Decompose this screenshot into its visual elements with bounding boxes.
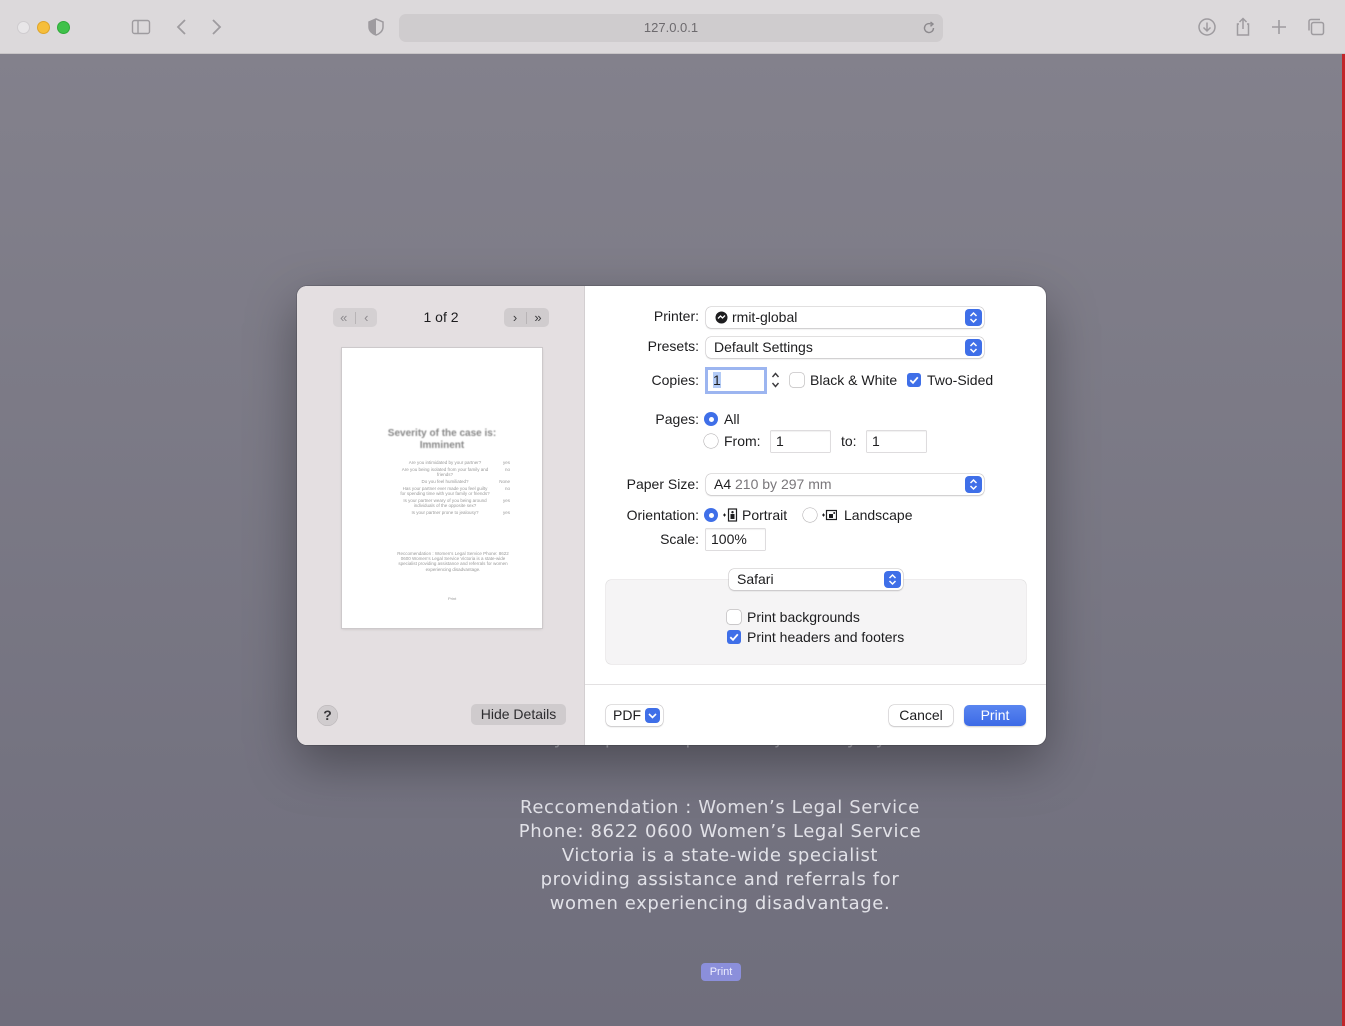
printer-status-icon <box>715 311 728 324</box>
share-icon[interactable] <box>1231 15 1255 39</box>
thumb-question-row: Is your partner weary of you being aroun… <box>403 498 510 508</box>
orientation-label: Orientation: <box>626 507 699 523</box>
privacy-shield-icon[interactable] <box>364 15 388 39</box>
prev-page-nav: « ‹ <box>333 308 377 327</box>
page-print-button[interactable]: Print <box>701 963 741 981</box>
browser-toolbar: 127.0.0.1 <box>0 0 1345 54</box>
printer-select[interactable]: rmit-global <box>706 307 984 328</box>
paper-size-label: Paper Size: <box>626 476 699 492</box>
thumb-question-row: Is your partner prone to jealousy? yes <box>411 510 510 515</box>
pages-label: Pages: <box>655 411 699 427</box>
chevron-updown-icon <box>965 309 982 326</box>
first-page-icon[interactable]: « <box>333 310 355 325</box>
page-indicator: 1 of 2 <box>423 309 459 325</box>
checkmark-icon <box>729 633 739 642</box>
recommendation-line: Reccomendation : Women’s Legal Service <box>520 797 920 818</box>
presets-label: Presets: <box>647 338 699 354</box>
pdf-label: PDF <box>613 707 641 723</box>
print-button[interactable]: Print <box>964 705 1026 726</box>
recommendation-line: Victoria is a state-wide specialist <box>561 845 879 866</box>
page-recommendation: Reccomendation : Women’s Legal Service P… <box>470 796 970 916</box>
thumb-question-row: Are you intimidated by your partner? yes <box>408 460 510 465</box>
next-page-icon[interactable]: › <box>504 310 526 325</box>
help-button[interactable]: ? <box>317 705 338 726</box>
chevron-updown-icon <box>965 476 982 493</box>
black-white-checkbox[interactable] <box>790 373 804 387</box>
page-thumbnail: Severity of the case is: Imminent Are yo… <box>342 348 542 628</box>
black-white-label: Black & White <box>810 372 898 388</box>
presets-value: Default Settings <box>714 339 813 355</box>
thumb-title: Severity of the case is: Imminent <box>387 428 497 451</box>
print-headers-footers-checkbox[interactable] <box>727 630 741 644</box>
pages-to-field[interactable]: 1 <box>867 431 926 452</box>
two-sided-label: Two-Sided <box>927 372 994 388</box>
cancel-button[interactable]: Cancel <box>889 705 953 726</box>
two-sided-checkbox[interactable] <box>907 373 921 387</box>
landscape-label: Landscape <box>844 507 913 523</box>
forward-icon[interactable] <box>204 15 228 39</box>
pages-all-label: All <box>724 411 740 427</box>
pages-from-field[interactable]: 1 <box>771 431 830 452</box>
paper-size-select[interactable]: A4 210 by 297 mm <box>706 474 984 495</box>
paper-size-detail: 210 by 297 mm <box>735 476 832 492</box>
url-text: 127.0.0.1 <box>643 20 699 35</box>
recommendation-line: providing assistance and referrals for <box>540 869 900 890</box>
pages-range-radio[interactable] <box>704 434 718 448</box>
landscape-icon <box>821 508 837 522</box>
print-backgrounds-checkbox[interactable] <box>727 610 741 624</box>
paper-size-value: A4 <box>714 476 732 492</box>
thumb-recommendation: Reccomendation : Women’s Legal Service P… <box>397 551 509 572</box>
back-icon[interactable] <box>170 15 194 39</box>
printer-label: Printer: <box>653 308 699 324</box>
hide-details-button[interactable]: Hide Details <box>471 704 566 725</box>
pages-all-radio[interactable] <box>704 412 718 426</box>
thumb-question-row: Has your partner ever made you feel guil… <box>400 486 510 496</box>
pages-to-label: to: <box>841 433 857 449</box>
landscape-radio[interactable] <box>803 508 817 522</box>
chevron-down-icon <box>645 708 660 723</box>
close-window-button[interactable] <box>17 21 30 34</box>
checkmark-icon <box>909 376 919 385</box>
minimize-window-button[interactable] <box>37 21 50 34</box>
portrait-icon <box>722 508 738 522</box>
recommendation-line: Phone: 8622 0600 Women’s Legal Service <box>518 821 922 842</box>
print-dialog: « ‹ 1 of 2 › » Severity of the case is: … <box>297 286 1046 745</box>
presets-select[interactable]: Default Settings <box>706 337 984 358</box>
pages-from-label: From: <box>724 433 761 449</box>
app-options-value: Safari <box>737 571 774 587</box>
maximize-window-button[interactable] <box>57 21 70 34</box>
preview-pane: « ‹ 1 of 2 › » Severity of the case is: … <box>297 286 585 745</box>
chevron-updown-icon <box>884 571 901 588</box>
scale-field[interactable]: 100% <box>706 529 765 550</box>
copies-field[interactable]: 1 <box>708 370 764 391</box>
pdf-menu-button[interactable]: PDF <box>606 705 663 726</box>
last-page-icon[interactable]: » <box>527 310 549 325</box>
app-options-select[interactable]: Safari <box>729 569 903 590</box>
thumb-print-button: Print <box>448 596 457 601</box>
print-backgrounds-label: Print backgrounds <box>747 609 860 625</box>
downloads-icon[interactable] <box>1195 15 1219 39</box>
next-page-nav: › » <box>504 308 549 327</box>
tab-overview-icon[interactable] <box>1304 15 1328 39</box>
reload-icon[interactable] <box>921 20 937 36</box>
scale-label: Scale: <box>660 531 699 547</box>
copies-value: 1 <box>713 372 721 388</box>
prev-page-icon[interactable]: ‹ <box>356 310 378 325</box>
thumb-question-row: Do you feel humiliated? None <box>421 479 510 484</box>
copies-label: Copies: <box>651 372 699 388</box>
recommendation-line: women experiencing disadvantage. <box>549 893 891 914</box>
portrait-label: Portrait <box>742 507 788 523</box>
print-headers-footers-label: Print headers and footers <box>747 629 905 645</box>
address-bar[interactable]: 127.0.0.1 <box>399 14 943 42</box>
chevron-updown-icon <box>965 339 982 356</box>
printer-value: rmit-global <box>732 309 798 325</box>
thumb-questions: Are you intimidated by your partner? yes … <box>400 460 510 517</box>
footer-divider <box>585 684 1046 685</box>
portrait-radio[interactable] <box>704 508 718 522</box>
sidebar-icon[interactable] <box>129 15 153 39</box>
new-tab-icon[interactable] <box>1267 15 1291 39</box>
copies-stepper[interactable] <box>770 369 781 391</box>
thumb-question-row: Are you being isolated from your family … <box>401 467 510 477</box>
